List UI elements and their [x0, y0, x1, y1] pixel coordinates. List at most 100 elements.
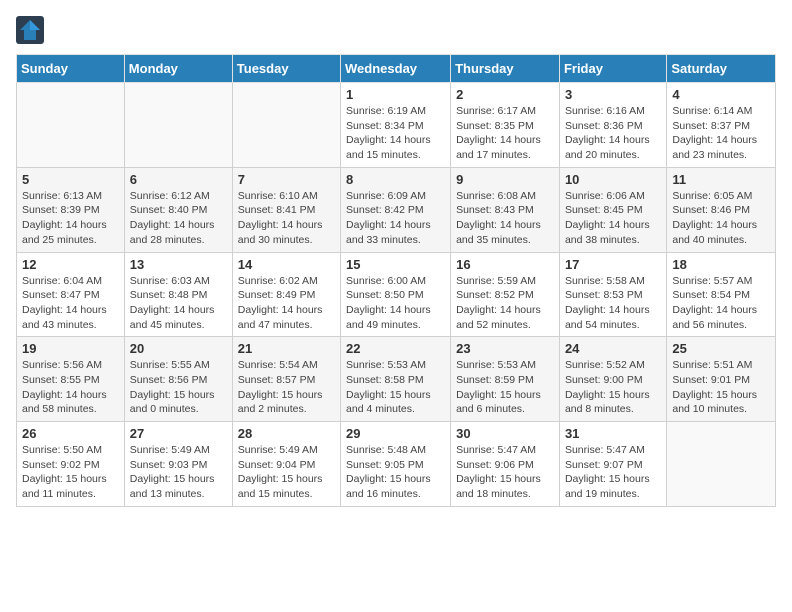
calendar-cell: 1 Sunrise: 6:19 AM Sunset: 8:34 PM Daylig…	[341, 83, 451, 168]
day-number: 18	[672, 257, 770, 272]
calendar-cell: 17Sunrise: 5:58 AM Sunset: 8:53 PM Dayli…	[559, 252, 666, 337]
calendar-cell	[667, 422, 776, 507]
day-number: 13	[130, 257, 227, 272]
calendar-cell: 5 Sunrise: 6:13 AM Sunset: 8:39 PM Daylig…	[17, 167, 125, 252]
day-info: Sunrise: 6:16 AM Sunset: 8:36 PM Dayligh…	[565, 104, 661, 163]
calendar-cell: 19 Sunrise: 5:56 AM Sunset: 8:55 PM Dayli…	[17, 337, 125, 422]
day-info: Sunrise: 5:59 AM Sunset: 8:52 PM Dayligh…	[456, 274, 554, 333]
calendar-cell	[232, 83, 340, 168]
day-number: 14	[238, 257, 335, 272]
day-info: Sunrise: 6:09 AM Sunset: 8:42 PM Dayligh…	[346, 189, 445, 248]
day-info: Sunrise: 5:47 AM Sunset: 9:07 PM Dayligh…	[565, 443, 661, 502]
day-info: Sunrise: 6:14 AM Sunset: 8:37 PM Dayligh…	[672, 104, 770, 163]
day-of-week-wednesday: Wednesday	[341, 55, 451, 83]
day-number: 4	[672, 87, 770, 102]
day-info: Sunrise: 5:55 AM Sunset: 8:56 PM Dayligh…	[130, 358, 227, 417]
calendar-cell: 13 Sunrise: 6:03 AM Sunset: 8:48 PM Dayli…	[124, 252, 232, 337]
day-number: 1	[346, 87, 445, 102]
day-number: 24	[565, 341, 661, 356]
day-info: Sunrise: 6:10 AM Sunset: 8:41 PM Dayligh…	[238, 189, 335, 248]
day-number: 20	[130, 341, 227, 356]
calendar-body: 1 Sunrise: 6:19 AM Sunset: 8:34 PM Daylig…	[17, 83, 776, 507]
calendar-cell: 20 Sunrise: 5:55 AM Sunset: 8:56 PM Dayli…	[124, 337, 232, 422]
day-number: 16	[456, 257, 554, 272]
logo	[16, 16, 48, 44]
week-row-5: 26Sunrise: 5:50 AM Sunset: 9:02 PM Dayli…	[17, 422, 776, 507]
day-number: 15	[346, 257, 445, 272]
calendar-cell: 3 Sunrise: 6:16 AM Sunset: 8:36 PM Daylig…	[559, 83, 666, 168]
calendar-cell: 29 Sunrise: 5:48 AM Sunset: 9:05 PM Dayli…	[341, 422, 451, 507]
page-header	[16, 16, 776, 44]
day-info: Sunrise: 5:51 AM Sunset: 9:01 PM Dayligh…	[672, 358, 770, 417]
calendar-cell: 26Sunrise: 5:50 AM Sunset: 9:02 PM Dayli…	[17, 422, 125, 507]
day-of-week-friday: Friday	[559, 55, 666, 83]
day-info: Sunrise: 5:49 AM Sunset: 9:03 PM Dayligh…	[130, 443, 227, 502]
day-info: Sunrise: 6:08 AM Sunset: 8:43 PM Dayligh…	[456, 189, 554, 248]
day-info: Sunrise: 6:04 AM Sunset: 8:47 PM Dayligh…	[22, 274, 119, 333]
day-info: Sunrise: 5:53 AM Sunset: 8:58 PM Dayligh…	[346, 358, 445, 417]
day-number: 19	[22, 341, 119, 356]
calendar-cell: 23Sunrise: 5:53 AM Sunset: 8:59 PM Dayli…	[451, 337, 560, 422]
day-number: 12	[22, 257, 119, 272]
day-number: 5	[22, 172, 119, 187]
calendar-cell	[124, 83, 232, 168]
day-of-week-sunday: Sunday	[17, 55, 125, 83]
calendar-cell: 21 Sunrise: 5:54 AM Sunset: 8:57 PM Dayli…	[232, 337, 340, 422]
day-number: 17	[565, 257, 661, 272]
calendar-cell: 2Sunrise: 6:17 AM Sunset: 8:35 PM Daylig…	[451, 83, 560, 168]
calendar-cell: 4 Sunrise: 6:14 AM Sunset: 8:37 PM Daylig…	[667, 83, 776, 168]
calendar-cell	[17, 83, 125, 168]
day-info: Sunrise: 5:49 AM Sunset: 9:04 PM Dayligh…	[238, 443, 335, 502]
calendar-cell: 12 Sunrise: 6:04 AM Sunset: 8:47 PM Dayli…	[17, 252, 125, 337]
day-info: Sunrise: 6:06 AM Sunset: 8:45 PM Dayligh…	[565, 189, 661, 248]
calendar-cell: 22 Sunrise: 5:53 AM Sunset: 8:58 PM Dayli…	[341, 337, 451, 422]
day-number: 3	[565, 87, 661, 102]
day-number: 31	[565, 426, 661, 441]
day-number: 21	[238, 341, 335, 356]
calendar-cell: 30Sunrise: 5:47 AM Sunset: 9:06 PM Dayli…	[451, 422, 560, 507]
calendar-cell: 14Sunrise: 6:02 AM Sunset: 8:49 PM Dayli…	[232, 252, 340, 337]
calendar-cell: 8 Sunrise: 6:09 AM Sunset: 8:42 PM Daylig…	[341, 167, 451, 252]
calendar-cell: 7 Sunrise: 6:10 AM Sunset: 8:41 PM Daylig…	[232, 167, 340, 252]
day-number: 2	[456, 87, 554, 102]
day-info: Sunrise: 6:05 AM Sunset: 8:46 PM Dayligh…	[672, 189, 770, 248]
day-info: Sunrise: 6:13 AM Sunset: 8:39 PM Dayligh…	[22, 189, 119, 248]
day-number: 25	[672, 341, 770, 356]
day-number: 9	[456, 172, 554, 187]
day-info: Sunrise: 5:56 AM Sunset: 8:55 PM Dayligh…	[22, 358, 119, 417]
day-number: 29	[346, 426, 445, 441]
day-of-week-monday: Monday	[124, 55, 232, 83]
day-info: Sunrise: 5:54 AM Sunset: 8:57 PM Dayligh…	[238, 358, 335, 417]
calendar-cell: 10Sunrise: 6:06 AM Sunset: 8:45 PM Dayli…	[559, 167, 666, 252]
calendar-cell: 6 Sunrise: 6:12 AM Sunset: 8:40 PM Daylig…	[124, 167, 232, 252]
calendar-header: SundayMondayTuesdayWednesdayThursdayFrid…	[17, 55, 776, 83]
day-of-week-saturday: Saturday	[667, 55, 776, 83]
day-info: Sunrise: 5:48 AM Sunset: 9:05 PM Dayligh…	[346, 443, 445, 502]
day-number: 27	[130, 426, 227, 441]
day-info: Sunrise: 6:03 AM Sunset: 8:48 PM Dayligh…	[130, 274, 227, 333]
day-info: Sunrise: 6:19 AM Sunset: 8:34 PM Dayligh…	[346, 104, 445, 163]
calendar-cell: 16 Sunrise: 5:59 AM Sunset: 8:52 PM Dayli…	[451, 252, 560, 337]
day-info: Sunrise: 6:12 AM Sunset: 8:40 PM Dayligh…	[130, 189, 227, 248]
week-row-3: 12 Sunrise: 6:04 AM Sunset: 8:47 PM Dayli…	[17, 252, 776, 337]
calendar-cell: 31 Sunrise: 5:47 AM Sunset: 9:07 PM Dayli…	[559, 422, 666, 507]
day-number: 23	[456, 341, 554, 356]
day-number: 6	[130, 172, 227, 187]
day-number: 7	[238, 172, 335, 187]
day-of-week-tuesday: Tuesday	[232, 55, 340, 83]
day-number: 11	[672, 172, 770, 187]
day-number: 30	[456, 426, 554, 441]
day-info: Sunrise: 5:50 AM Sunset: 9:02 PM Dayligh…	[22, 443, 119, 502]
day-info: Sunrise: 6:00 AM Sunset: 8:50 PM Dayligh…	[346, 274, 445, 333]
week-row-4: 19 Sunrise: 5:56 AM Sunset: 8:55 PM Dayli…	[17, 337, 776, 422]
calendar-cell: 27 Sunrise: 5:49 AM Sunset: 9:03 PM Dayli…	[124, 422, 232, 507]
calendar-cell: 9 Sunrise: 6:08 AM Sunset: 8:43 PM Daylig…	[451, 167, 560, 252]
day-number: 22	[346, 341, 445, 356]
logo-icon	[16, 16, 44, 44]
calendar-cell: 25 Sunrise: 5:51 AM Sunset: 9:01 PM Dayli…	[667, 337, 776, 422]
day-number: 8	[346, 172, 445, 187]
calendar-cell: 24Sunrise: 5:52 AM Sunset: 9:00 PM Dayli…	[559, 337, 666, 422]
calendar-cell: 15 Sunrise: 6:00 AM Sunset: 8:50 PM Dayli…	[341, 252, 451, 337]
day-number: 28	[238, 426, 335, 441]
day-of-week-thursday: Thursday	[451, 55, 560, 83]
